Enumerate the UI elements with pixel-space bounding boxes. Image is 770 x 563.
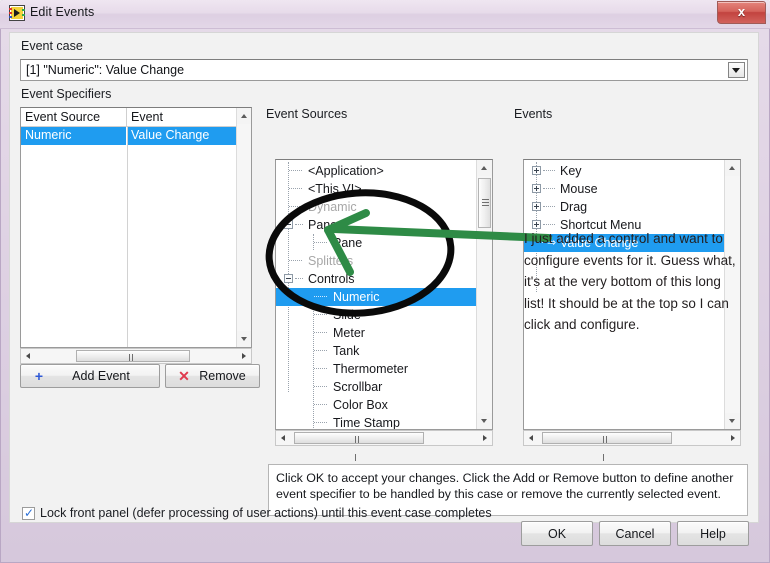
lock-front-panel-label: Lock front panel (defer processing of us… — [40, 506, 492, 520]
tree-node-label: Numeric — [333, 290, 380, 304]
ok-label: OK — [547, 526, 567, 541]
column-header-event-source[interactable]: Event Source — [21, 108, 127, 127]
cell-event[interactable]: Value Change — [127, 127, 236, 145]
grip-icon — [482, 199, 489, 207]
tree-node-label: Panes — [308, 218, 344, 232]
hscroll-thumb[interactable] — [542, 432, 672, 461]
tree-node-label: Key — [560, 164, 582, 178]
tree-node-label: Dynamic — [308, 200, 357, 214]
help-button[interactable]: Help — [677, 521, 749, 546]
tree-node-label: Splitters — [308, 254, 354, 268]
window-title: Edit Events — [30, 5, 95, 19]
scroll-up-button[interactable] — [477, 160, 492, 176]
add-event-label: Add Event — [72, 369, 130, 383]
hscroll-thumb[interactable] — [76, 350, 190, 379]
scroll-right-button[interactable] — [476, 431, 492, 445]
tree-node-label: Color Box — [333, 398, 388, 412]
cell-event-source[interactable]: Numeric — [21, 127, 127, 145]
scroll-left-button[interactable] — [21, 349, 37, 363]
tree-node-label: Meter — [333, 326, 365, 340]
scroll-left-button[interactable] — [524, 431, 540, 445]
title-bar: Edit Events x — [0, 0, 770, 29]
events-label: Events — [514, 107, 553, 121]
scroll-right-button[interactable] — [724, 431, 740, 445]
tree-node-label: Time Stamp — [333, 416, 400, 429]
event-specifiers-vscrollbar[interactable] — [236, 108, 251, 347]
tree-node-label: Pane — [333, 236, 363, 250]
scroll-left-button[interactable] — [276, 431, 292, 445]
close-button[interactable]: x — [717, 1, 766, 24]
labview-vi-icon — [9, 5, 25, 21]
close-icon: x — [737, 4, 746, 19]
collapse-minus-icon[interactable] — [284, 274, 293, 283]
table-row[interactable]: Numeric Value Change — [21, 127, 251, 145]
annotation-text: I just added a control and want to confi… — [524, 231, 736, 332]
expand-plus-icon[interactable] — [532, 166, 541, 175]
lock-front-panel-checkbox[interactable]: ✓ — [22, 506, 35, 520]
event-sources-vscrollbar[interactable] — [476, 160, 492, 429]
tree-node-label: Controls — [308, 272, 355, 286]
edit-events-dialog: Edit Events x Event case [1] "Numeric": … — [0, 0, 770, 563]
tree-node-label: Scrollbar — [333, 380, 383, 394]
tree-node-label: Thermometer — [333, 362, 409, 376]
event-specifiers-list[interactable]: Event Source Event Numeric Value Change — [20, 107, 252, 348]
scroll-down-button[interactable] — [477, 413, 492, 429]
cancel-label: Cancel — [615, 526, 655, 541]
add-event-button[interactable]: + Add Event — [20, 364, 160, 388]
tree-node-label: Slide — [333, 308, 361, 322]
help-text: Click OK to accept your changes. Click t… — [276, 471, 734, 501]
tree-node-label: Mouse — [560, 182, 598, 196]
ok-button[interactable]: OK — [521, 521, 593, 546]
event-specifiers-header: Event Source Event — [21, 108, 251, 127]
tree-node-label: Tank — [333, 344, 360, 358]
event-specifiers-hscrollbar[interactable] — [20, 348, 252, 379]
scroll-down-button[interactable] — [237, 331, 251, 347]
events-hscrollbar[interactable] — [523, 430, 741, 461]
scroll-right-button[interactable] — [235, 349, 251, 363]
event-sources-tree-view[interactable]: <Application> <This VI> Dynamic Panes Pa… — [276, 160, 476, 429]
event-specifiers-label: Event Specifiers — [21, 87, 112, 101]
tree-node-numeric[interactable]: Numeric — [276, 288, 476, 306]
help-label: Help — [700, 526, 726, 541]
grip-icon — [603, 436, 611, 461]
chevron-down-icon[interactable] — [728, 62, 745, 78]
expand-plus-icon[interactable] — [532, 184, 541, 193]
tree-node-label: <This VI> — [308, 182, 362, 196]
tree-node-label: <Application> — [308, 164, 384, 178]
event-case-combobox[interactable]: [1] "Numeric": Value Change — [20, 59, 748, 81]
tree-node-label: Drag — [560, 200, 588, 214]
cancel-button[interactable]: Cancel — [599, 521, 671, 546]
event-sources-label: Event Sources — [266, 107, 348, 121]
vscroll-thumb[interactable] — [478, 178, 491, 228]
event-sources-tree[interactable]: <Application> <This VI> Dynamic Panes Pa… — [275, 159, 493, 430]
remove-button[interactable]: ✕ Remove — [165, 364, 260, 388]
event-case-label: Event case — [21, 39, 83, 53]
check-icon: ✓ — [24, 506, 35, 520]
hscroll-thumb[interactable] — [294, 432, 424, 461]
collapse-minus-icon[interactable] — [284, 220, 293, 229]
event-sources-hscrollbar[interactable] — [275, 430, 493, 461]
column-divider — [127, 127, 128, 347]
column-header-event[interactable]: Event — [127, 108, 236, 127]
scroll-up-button[interactable] — [725, 160, 740, 176]
remove-label: Remove — [199, 369, 246, 383]
grip-icon — [355, 436, 363, 461]
event-case-value: [1] "Numeric": Value Change — [26, 63, 185, 77]
expand-plus-icon[interactable] — [532, 202, 541, 211]
scroll-down-button[interactable] — [725, 413, 740, 429]
scroll-up-button[interactable] — [237, 108, 251, 124]
grip-icon — [129, 354, 137, 379]
